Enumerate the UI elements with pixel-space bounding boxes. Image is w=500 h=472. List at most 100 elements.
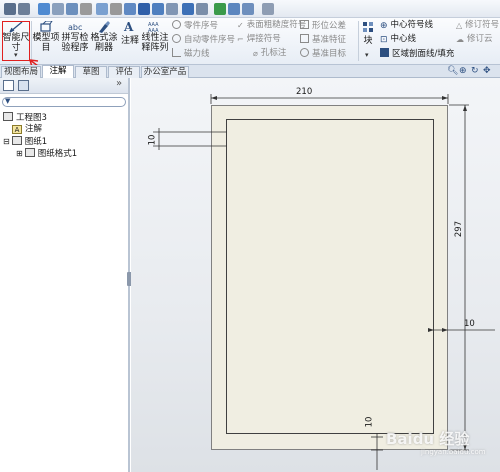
highlight-box xyxy=(2,21,30,61)
model-items-icon xyxy=(40,21,53,32)
linear-note-pattern-button[interactable]: AAA AAA 线性注释阵列 xyxy=(141,20,169,58)
tree-root-label: 工程图3 xyxy=(16,113,47,123)
surface-finish-button[interactable]: ✓ 表面粗糙度符号 xyxy=(237,20,306,31)
tool-icon[interactable] xyxy=(196,3,208,15)
model-items-button[interactable]: 模型项目 xyxy=(32,20,60,58)
tool-icon[interactable] xyxy=(152,3,164,15)
tool-icon[interactable] xyxy=(110,3,122,15)
tool-icon[interactable] xyxy=(182,3,194,15)
watermark-url: jingyan.baidu.com xyxy=(421,448,486,456)
expand-panel-icon[interactable]: » xyxy=(116,78,122,89)
tool-icon[interactable] xyxy=(228,3,240,15)
feature-manager-panel: » ▼ 工程图3 A 注解 ⊟ 图纸1 ⊞ 图纸格式1 xyxy=(0,78,132,472)
feature-tree-tab-icon[interactable] xyxy=(3,80,14,91)
note-button[interactable]: A 注释 xyxy=(120,20,140,58)
dimension-height-text[interactable]: 297 xyxy=(454,221,464,237)
tool-icon[interactable] xyxy=(52,3,64,15)
spell-check-label: 拼写检验程序 xyxy=(61,33,89,53)
expand-icon[interactable]: ⊞ xyxy=(16,149,23,158)
hole-callout-label: 孔标注 xyxy=(260,48,287,58)
dimension-width-text[interactable]: 210 xyxy=(296,87,312,97)
revision-cloud-icon: ☁ xyxy=(456,35,464,44)
block-label: 块 xyxy=(363,36,373,46)
tool-icon[interactable] xyxy=(138,3,150,15)
surface-finish-label: 表面粗糙度符号 xyxy=(246,20,307,30)
datum-target-label: 基准目标 xyxy=(312,49,347,59)
filter-input[interactable]: ▼ xyxy=(2,97,126,107)
tool-icon[interactable] xyxy=(214,3,226,15)
tool-icon[interactable] xyxy=(80,3,92,15)
format-painter-label: 格式涂刷器 xyxy=(90,33,118,53)
revision-symbol-icon: △ xyxy=(456,21,463,30)
dimension-bottom-margin-text[interactable]: 10 xyxy=(364,417,374,428)
dropdown-arrow-icon[interactable]: ▾ xyxy=(365,51,369,59)
gtol-icon xyxy=(300,20,309,29)
dimension-top-margin-text[interactable]: 10 xyxy=(147,135,157,146)
tool-icon[interactable] xyxy=(96,3,108,15)
linear-pattern-label: 线性注释阵列 xyxy=(141,33,169,53)
tab-sketch[interactable]: 草图 xyxy=(75,66,107,78)
hole-callout-button[interactable]: ⌀ 孔标注 xyxy=(253,48,286,59)
tool-icon[interactable] xyxy=(166,3,178,15)
tool-icon[interactable] xyxy=(18,3,30,15)
weld-symbol-button[interactable]: ⌐ 焊接符号 xyxy=(237,34,281,45)
tree-item-sheet[interactable]: ⊟ 图纸1 xyxy=(3,136,47,147)
block-icon xyxy=(363,22,373,32)
format-painter-icon xyxy=(99,21,110,33)
revision-cloud-button[interactable]: ☁ 修订云 xyxy=(456,34,493,45)
magnetic-line-button[interactable]: 磁力线 xyxy=(172,48,210,59)
tab-view-layout[interactable]: 视图布局 xyxy=(1,66,41,78)
dimension-lines xyxy=(153,94,495,470)
annotations-icon: A xyxy=(12,125,22,134)
auto-balloon-button[interactable]: 自动零件序号 xyxy=(172,34,235,45)
sheet-format-label: 图纸格式1 xyxy=(37,149,78,159)
magnetic-line-icon xyxy=(172,48,181,57)
linear-pattern-icon: AAAAAA xyxy=(148,22,159,33)
tab-evaluate[interactable]: 评估 xyxy=(108,66,140,78)
zoom-to-fit-icon[interactable]: 🔍︎ xyxy=(447,66,458,76)
datum-target-icon xyxy=(300,48,309,57)
tab-office-products[interactable]: 办公室产品 xyxy=(141,66,189,78)
datum-feature-button[interactable]: 基准特征 xyxy=(300,34,346,45)
filter-icon: ▼ xyxy=(5,97,11,105)
tool-icon[interactable] xyxy=(38,3,50,15)
center-mark-icon: ⊕ xyxy=(380,21,388,31)
tool-icon[interactable] xyxy=(66,3,78,15)
tool-icon[interactable] xyxy=(262,3,274,15)
spell-check-button[interactable]: abc 拼写检验程序 xyxy=(61,20,89,58)
rotate-icon[interactable]: ↻ xyxy=(471,66,479,76)
surface-finish-icon: ✓ xyxy=(237,21,244,30)
datum-target-button[interactable]: 基准目标 xyxy=(300,48,346,59)
tool-icon[interactable] xyxy=(124,3,136,15)
sheet-icon xyxy=(11,136,22,145)
tree-root[interactable]: 工程图3 xyxy=(3,112,47,123)
tool-icon[interactable] xyxy=(242,3,254,15)
area-hatch-label: 区域剖面线/填充 xyxy=(392,49,455,59)
note-label: 注释 xyxy=(120,36,139,46)
centerline-button[interactable]: ⊡ 中心线 xyxy=(380,34,416,45)
hole-callout-icon: ⌀ xyxy=(253,49,258,58)
property-manager-tab-icon[interactable] xyxy=(18,80,29,91)
revision-symbol-button[interactable]: △ 修订符号 xyxy=(456,20,499,31)
area-hatch-button[interactable]: 区域剖面线/填充 xyxy=(380,48,454,59)
sheet-label: 图纸1 xyxy=(24,137,48,147)
center-mark-button[interactable]: ⊕ 中心符号线 xyxy=(380,20,433,31)
gtol-button[interactable]: 形位公差 xyxy=(300,20,346,31)
collapse-icon[interactable]: ⊟ xyxy=(3,137,10,146)
tree-item-sheet-format[interactable]: ⊞ 图纸格式1 xyxy=(16,148,77,159)
watermark-logo: Baidu 经验 xyxy=(386,430,470,448)
drawing-canvas[interactable]: 210 10 297 10 10 Baidu 经验 jingyan.baidu.… xyxy=(131,78,500,472)
tool-icon[interactable] xyxy=(4,3,16,15)
dimension-right-margin-text[interactable]: 10 xyxy=(464,319,475,329)
sheet-format-icon xyxy=(24,148,35,157)
note-icon: A xyxy=(124,20,134,34)
zoom-area-icon[interactable]: ⊕ xyxy=(459,66,467,76)
weld-symbol-label: 焊接符号 xyxy=(246,34,281,44)
block-button[interactable]: 块 ▾ xyxy=(361,20,375,60)
balloon-button[interactable]: 零件序号 xyxy=(172,20,218,31)
pan-icon[interactable]: ✥ xyxy=(483,66,491,76)
format-painter-button[interactable]: 格式涂刷器 xyxy=(90,20,118,58)
tab-annotation[interactable]: 注解 xyxy=(42,65,74,78)
tree-item-annotations[interactable]: A 注解 xyxy=(12,124,42,135)
centerline-label: 中心线 xyxy=(390,34,417,44)
